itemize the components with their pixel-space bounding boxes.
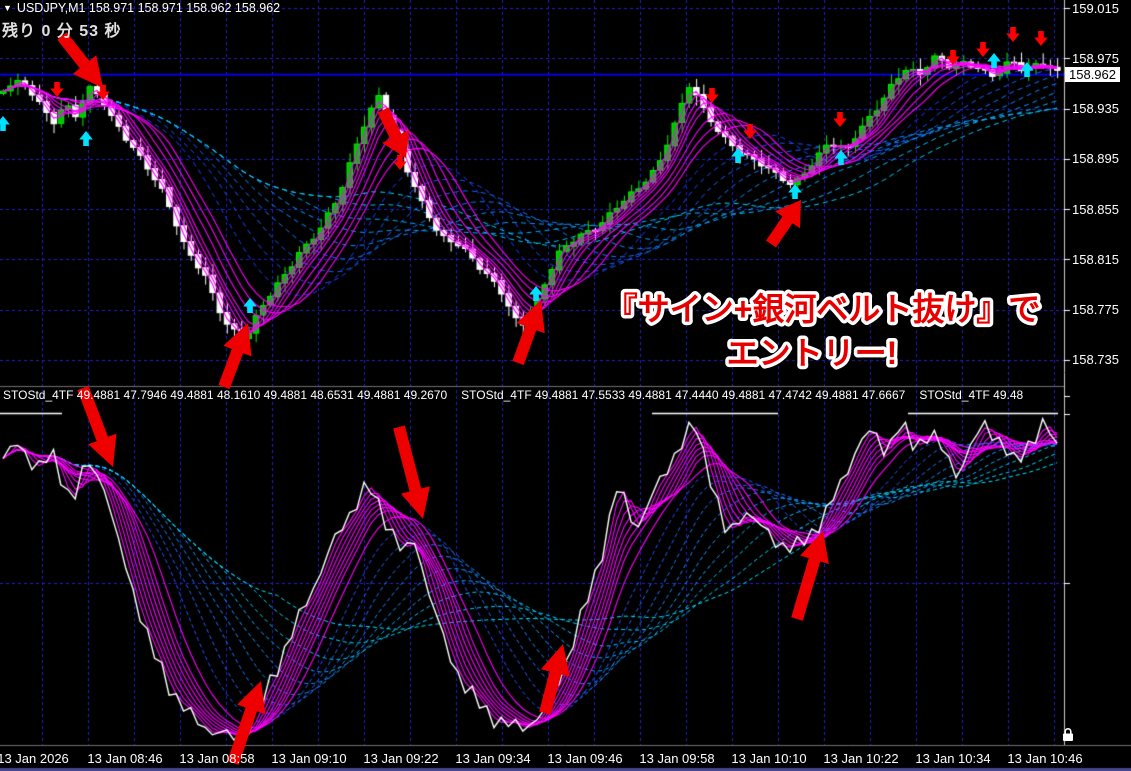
mt4-chart-window: 『サイン+銀河ベルト抜け』で エントリー! ▼ USDJPY,M1 158.971… [0,0,1131,771]
symbol-ohlc-label: USDJPY,M1 158.971 158.971 158.962 158.96… [16,1,281,15]
chart-canvas[interactable] [0,0,1131,771]
time-tick-label: 13 Jan 09:46 [547,751,623,766]
price-tick-label: 158.815 [1072,251,1119,267]
symbol-info: ▼ USDJPY,M1 158.971 158.971 158.962 158.9… [3,1,280,15]
price-tick-label: 158.975 [1072,50,1119,66]
time-tick-label: 13 Jan 09:22 [363,751,439,766]
indicator-label: STOStd_4TF 49.4881 47.7946 49.4881 48.16… [3,388,448,402]
price-tick-label: 159.015 [1072,0,1119,16]
time-tick-label: 13 Jan 09:34 [455,751,531,766]
time-tick-label: 13 Jan 10:22 [823,751,899,766]
time-tick-label: 13 Jan 09:58 [639,751,715,766]
time-tick-label: 13 Jan 08:46 [87,751,163,766]
time-tick-label: 13 Jan 10:46 [1007,751,1083,766]
indicator-label-row: STOStd_4TF 49.4881 47.7946 49.4881 48.16… [3,388,1062,402]
time-tick-label: 13 Jan 09:10 [271,751,347,766]
time-tick-label: 13 Jan 10:34 [915,751,991,766]
symbol-dropdown-icon: ▼ [3,3,12,13]
time-axis[interactable]: 13 Jan 2026 13 Jan 08:46 13 Jan 08:58 13 Ja… [0,746,1131,771]
indicator-scale[interactable]: 10810050 [1065,386,1131,745]
time-tick-label: 13 Jan 2026 [0,751,69,766]
time-tick-label: 13 Jan 08:58 [179,751,255,766]
price-tick-label: 158.935 [1072,101,1119,117]
price-tick-label: 158.855 [1072,201,1119,217]
current-price-label: 158.962 [1065,67,1120,83]
lock-icon [1063,728,1073,741]
price-tick-label: 158.895 [1072,151,1119,167]
price-tick-label: 158.735 [1072,352,1119,368]
candle-countdown: 残り 0 分 53 秒 [2,23,122,40]
time-tick-label: 13 Jan 10:10 [731,751,807,766]
price-tick-label: 158.775 [1072,302,1119,318]
indicator-label: STOStd_4TF 49.4881 47.5533 49.4881 47.44… [461,388,906,402]
indicator-label: STOStd_4TF 49.48 [919,388,1024,402]
